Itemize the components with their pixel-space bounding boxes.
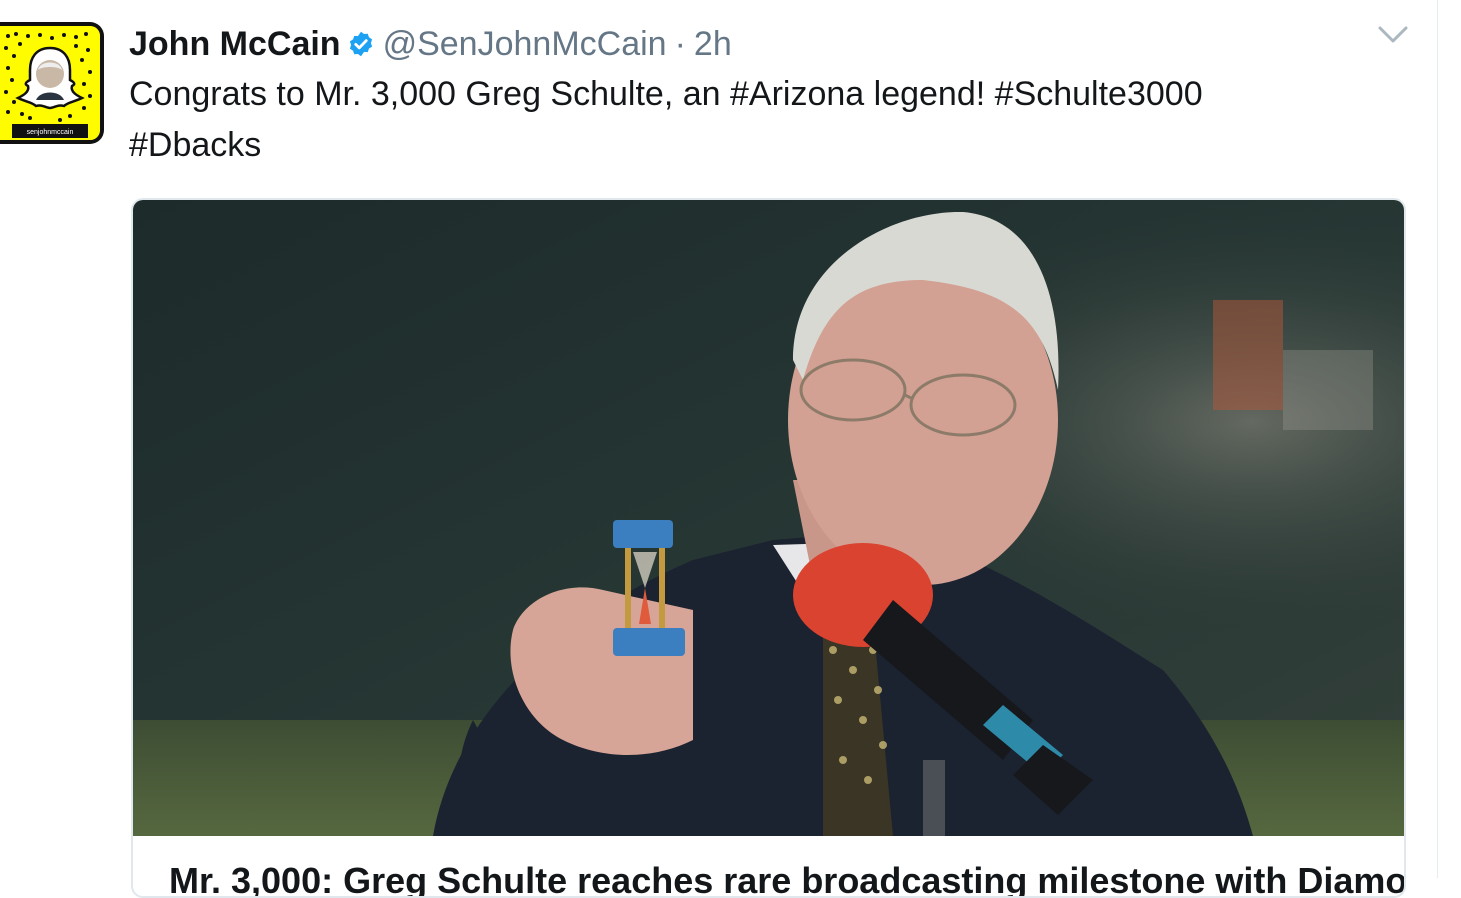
link-card[interactable]: Mr. 3,000: Greg Schulte reaches rare bro… (131, 198, 1406, 898)
tweet-text-segment: legend! (864, 75, 995, 113)
author-name[interactable]: John McCain (129, 25, 341, 64)
verified-badge-icon (347, 30, 375, 58)
tweet-header: John McCain @SenJohnMcCain · 2h (129, 22, 732, 66)
chevron-down-icon[interactable] (1376, 22, 1410, 48)
card-photo (133, 200, 1404, 836)
hashtag-arizona[interactable]: #Arizona (730, 75, 864, 113)
avatar-caption: senjohnmccain (27, 129, 74, 136)
hashtag-dbacks[interactable]: #Dbacks (129, 126, 261, 164)
avatar[interactable]: senjohnmccain (0, 22, 104, 144)
tweet-text-segment: Congrats to Mr. 3,000 Greg Schulte, an (129, 75, 730, 113)
tweet-text: Congrats to Mr. 3,000 Greg Schulte, an #… (129, 69, 1359, 171)
card-title[interactable]: Mr. 3,000: Greg Schulte reaches rare bro… (169, 860, 1404, 896)
snapcode-image: senjohnmccain (0, 26, 100, 140)
timeline-divider (1437, 0, 1438, 878)
tweet-timestamp[interactable]: 2h (694, 25, 732, 64)
hashtag-schulte3000[interactable]: #Schulte3000 (995, 75, 1203, 113)
header-separator: · (674, 24, 686, 63)
author-handle[interactable]: @SenJohnMcCain (383, 25, 667, 64)
